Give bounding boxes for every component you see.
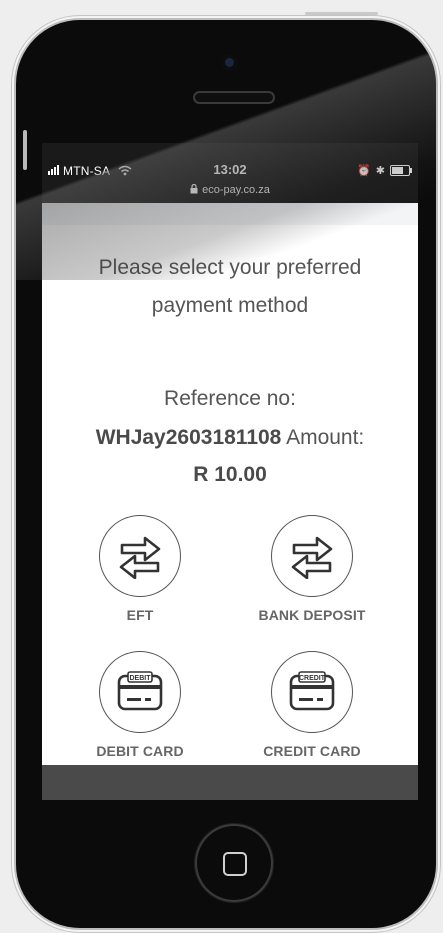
debit-card-label: DEBIT CARD bbox=[96, 743, 184, 759]
reference-line: WHJay2603181108 Amount: bbox=[42, 419, 418, 457]
eft-label: EFT bbox=[126, 607, 154, 623]
page-top-strip bbox=[42, 203, 418, 225]
credit-card-icon: CREDIT bbox=[289, 671, 335, 711]
browser-bottom-bar bbox=[42, 765, 418, 800]
status-icons: ⏰ ✱ bbox=[357, 164, 412, 177]
transfer-arrows-icon bbox=[119, 536, 161, 579]
bank-deposit-icon-circle[interactable] bbox=[271, 515, 353, 597]
reference-label: Reference no: bbox=[164, 387, 296, 410]
transfer-arrows-icon bbox=[291, 536, 333, 579]
bank-deposit-option[interactable]: BANK DEPOSIT bbox=[242, 515, 382, 623]
front-camera bbox=[222, 55, 237, 70]
bluetooth-icon: ✱ bbox=[375, 165, 385, 177]
alarm-icon: ⏰ bbox=[357, 165, 371, 177]
phone-screen: MTN-SA 13:02 ⏰ ✱ eco-pay.co.za Please se… bbox=[42, 143, 418, 800]
debit-card-icon-text: DEBIT bbox=[130, 675, 152, 682]
debit-card-icon-circle[interactable]: DEBIT bbox=[99, 651, 181, 733]
amount-label: Amount: bbox=[286, 426, 365, 449]
eft-icon-circle[interactable] bbox=[99, 515, 181, 597]
credit-card-option[interactable]: CREDIT CREDIT CARD bbox=[242, 651, 382, 759]
debit-card-option[interactable]: DEBIT DEBIT CARD bbox=[70, 651, 210, 759]
top-divider bbox=[305, 12, 378, 15]
credit-card-label: CREDIT CARD bbox=[263, 743, 361, 759]
url-text: eco-pay.co.za bbox=[202, 184, 270, 196]
amount-value: R 10.00 bbox=[193, 463, 267, 486]
debit-card-icon: DEBIT bbox=[117, 671, 163, 711]
status-bar: MTN-SA 13:02 ⏰ ✱ eco-pay.co.za bbox=[42, 143, 418, 203]
lock-icon bbox=[190, 183, 198, 194]
bank-deposit-label: BANK DEPOSIT bbox=[258, 607, 366, 623]
eft-option[interactable]: EFT bbox=[70, 515, 210, 623]
phone-frame: MTN-SA 13:02 ⏰ ✱ eco-pay.co.za Please se… bbox=[16, 20, 436, 928]
battery-icon bbox=[390, 165, 412, 176]
credit-card-icon-circle[interactable]: CREDIT bbox=[271, 651, 353, 733]
side-button-mute bbox=[23, 130, 27, 170]
home-button[interactable] bbox=[195, 824, 273, 902]
earpiece-speaker bbox=[193, 91, 275, 104]
credit-card-icon-text: CREDIT bbox=[299, 675, 326, 682]
reference-value: WHJay2603181108 bbox=[95, 426, 282, 449]
page-instructions: Please select your preferred payment met… bbox=[98, 256, 362, 317]
home-square-icon bbox=[223, 852, 247, 876]
address-bar[interactable]: eco-pay.co.za bbox=[42, 183, 418, 196]
